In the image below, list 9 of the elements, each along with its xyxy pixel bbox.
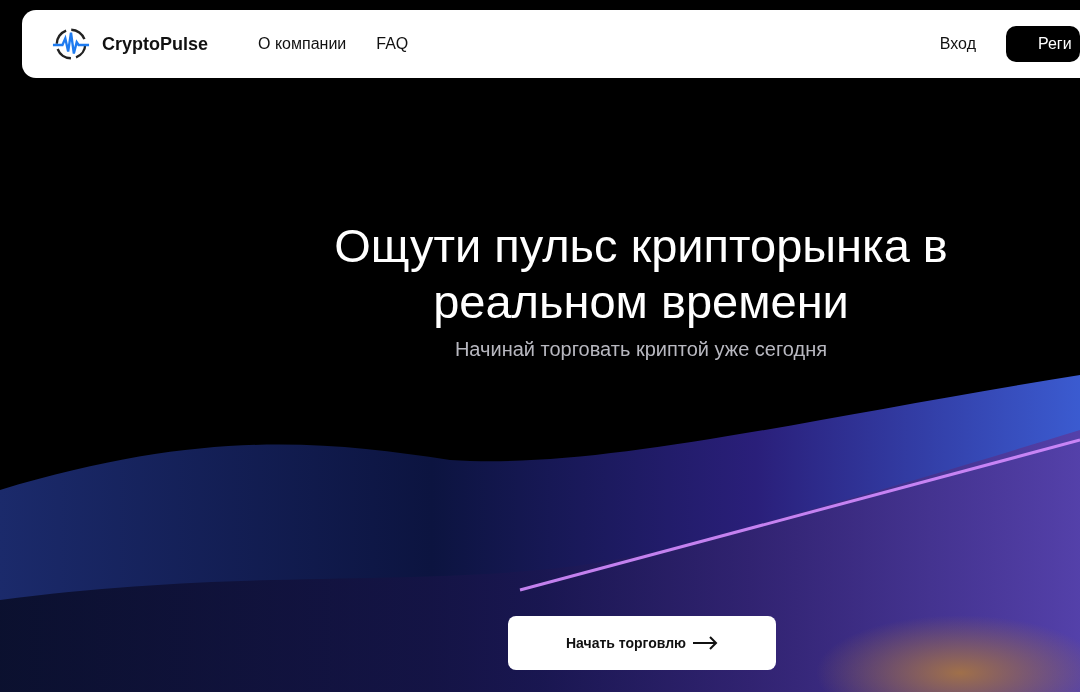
nav-link[interactable]: FAQ [376,35,409,53]
hero-title: Ощути пульс крипторынка в реальном времени [333,218,949,330]
start-trading-button[interactable]: Начать торговлю [508,616,776,670]
login-link[interactable]: Вход [939,35,976,53]
nav-link[interactable]: О компании [258,35,347,53]
arrow-right-icon [692,636,719,650]
register-button[interactable]: Реги [1006,26,1080,62]
brand-name: CryptoPulse [102,33,209,55]
hero-subtitle: Начинай торговать криптой уже сегодня [454,338,828,361]
